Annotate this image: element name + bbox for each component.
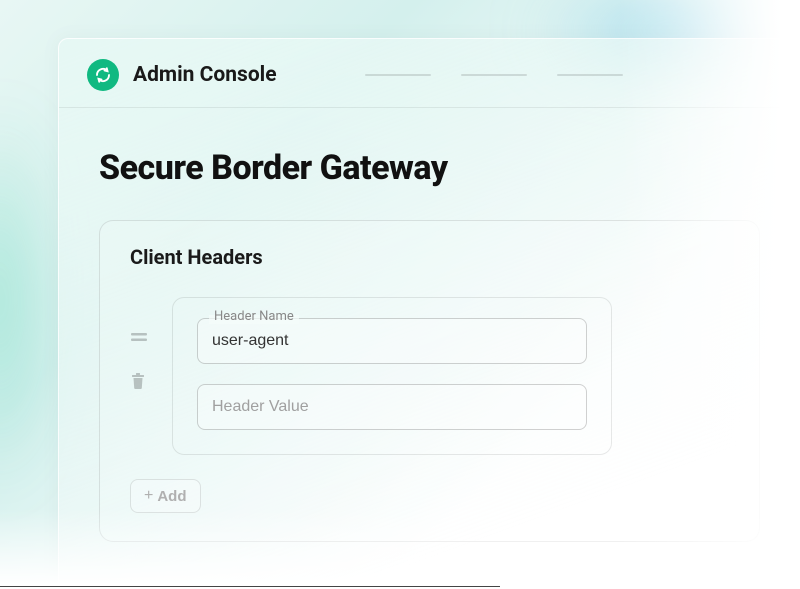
- nav-item-placeholder[interactable]: [557, 74, 623, 76]
- header-name-input[interactable]: [197, 318, 587, 364]
- nav-item-placeholder[interactable]: [461, 74, 527, 76]
- app-window: Admin Console Secure Border Gateway Clie…: [58, 38, 800, 589]
- add-button[interactable]: + Add: [130, 479, 201, 513]
- panel-title: Client Headers: [130, 245, 729, 269]
- header-value-field-wrap: [197, 384, 587, 430]
- client-headers-panel: Client Headers: [99, 220, 760, 542]
- header-name-field-wrap: Header Name: [197, 318, 587, 364]
- brand-logo: [87, 59, 119, 91]
- brand-title: Admin Console: [133, 63, 277, 87]
- nav-placeholders: [365, 74, 623, 76]
- row-controls: [130, 297, 154, 394]
- add-button-label: Add: [157, 488, 186, 505]
- header-row: Header Name: [130, 297, 729, 455]
- topbar: Admin Console: [59, 39, 800, 108]
- decorative-glow-left: [0, 100, 40, 500]
- header-value-input[interactable]: [197, 384, 587, 430]
- decorative-baseline: [0, 586, 500, 587]
- drag-handle-icon[interactable]: [130, 329, 154, 348]
- header-fields: Header Name: [172, 297, 612, 455]
- content-area: Secure Border Gateway Client Headers: [59, 108, 800, 542]
- header-name-label: Header Name: [209, 309, 299, 324]
- refresh-icon: [94, 66, 112, 84]
- plus-icon: +: [144, 487, 153, 505]
- nav-item-placeholder[interactable]: [365, 74, 431, 76]
- page-title: Secure Border Gateway: [99, 148, 760, 188]
- trash-icon[interactable]: [130, 372, 154, 394]
